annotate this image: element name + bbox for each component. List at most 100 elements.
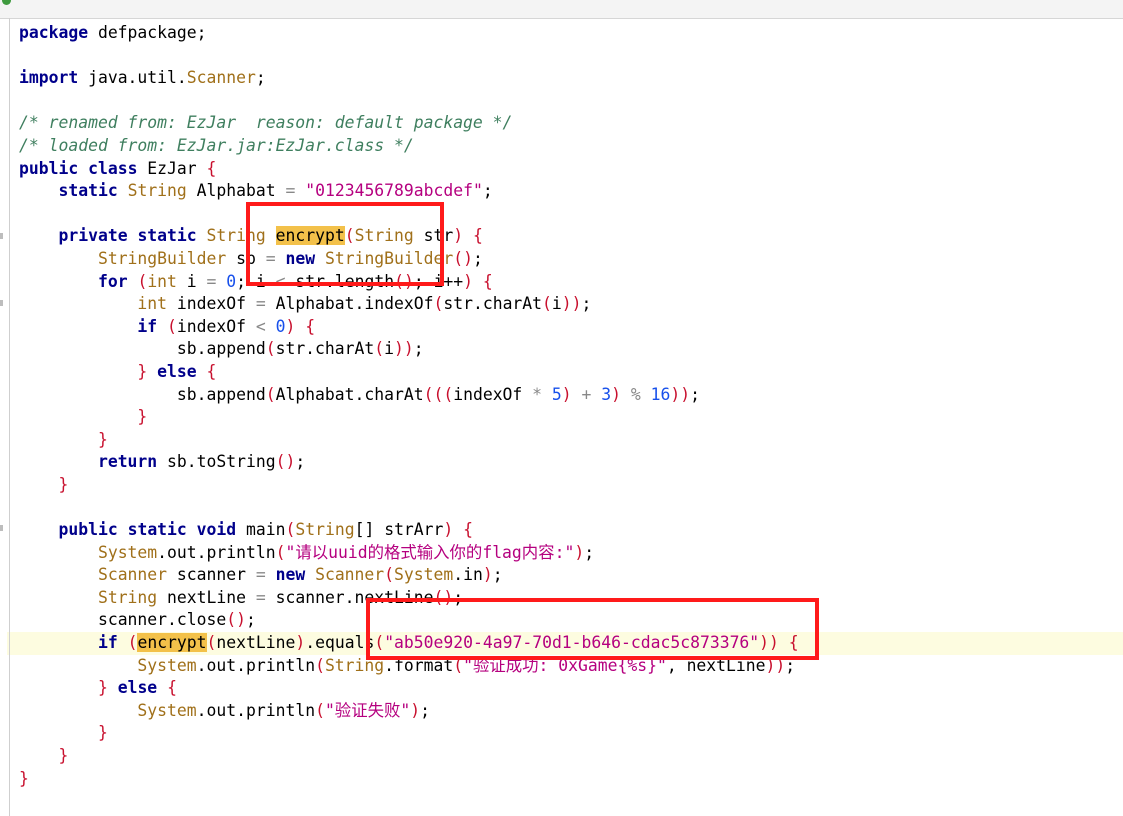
highlighted-occurrence: encrypt [137, 633, 207, 653]
code-token: "0123456789abcdef" [305, 181, 483, 201]
fold-marker-icon[interactable] [0, 233, 3, 239]
code-token: main [236, 520, 286, 540]
code-token: () [453, 248, 474, 268]
code-line[interactable]: } else { [19, 361, 799, 384]
code-line[interactable]: return sb.toString(); [19, 451, 799, 474]
code-token: str.charAt [275, 339, 375, 359]
code-token: .in [453, 565, 483, 585]
code-line[interactable]: /* loaded from: EzJar.jar:EzJar.class */ [19, 135, 799, 158]
code-line[interactable]: public class EzJar { [19, 158, 799, 181]
code-line[interactable]: sb.append(str.charAt(i)); [19, 338, 799, 361]
code-token: ( [315, 700, 325, 720]
code-token: scanner [167, 565, 256, 585]
code-token: System [137, 700, 197, 720]
editor-tab-bar [0, 0, 1123, 19]
code-line[interactable]: /* renamed from: EzJar reason: default p… [19, 112, 799, 135]
code-line[interactable]: public static void main(String[] strArr)… [19, 519, 799, 542]
code-line[interactable] [19, 45, 799, 68]
code-token: ( [206, 633, 217, 653]
code-line[interactable]: } [19, 474, 799, 497]
code-editor[interactable]: package defpackage; import java.util.Sca… [7, 22, 1123, 791]
code-token: ; [690, 384, 701, 404]
code-token: sb.append [176, 339, 266, 359]
code-token: .equals [305, 633, 375, 653]
code-line[interactable]: } [19, 745, 799, 768]
code-token: { [167, 678, 177, 698]
code-token: StringBuilder [97, 248, 227, 268]
code-line[interactable]: } [19, 406, 799, 429]
code-line[interactable]: if (indexOf < 0) { [19, 316, 799, 339]
code-token: ( [433, 294, 444, 314]
code-token: System [97, 542, 158, 562]
code-token: return [97, 452, 158, 472]
code-token: indexOf [453, 384, 533, 404]
code-token: ; [420, 700, 430, 720]
code-line[interactable]: import java.util.Scanner; [19, 67, 799, 90]
code-line[interactable] [19, 90, 799, 113]
code-token: class [88, 158, 138, 178]
code-line[interactable]: } [19, 429, 799, 452]
code-token: java.util. [78, 68, 187, 88]
code-line[interactable]: System.out.println("请以uuid的格式输入你的flag内容:… [19, 542, 799, 565]
fold-marker-icon[interactable] [0, 300, 3, 306]
code-token: )) [394, 339, 414, 359]
code-token: defpackage; [88, 23, 207, 42]
code-token: + [581, 384, 592, 404]
code-line[interactable]: Scanner scanner = new Scanner(System.in)… [19, 564, 799, 587]
code-token: * [532, 384, 543, 404]
code-line[interactable]: static String Alphabat = "0123456789abcd… [19, 180, 799, 203]
code-token: { [482, 271, 493, 291]
code-token: = [255, 294, 266, 314]
code-token: ) [561, 384, 572, 404]
code-token: ) [463, 271, 474, 291]
code-line[interactable]: } [19, 722, 799, 745]
code-token: package [19, 23, 89, 42]
code-line[interactable]: System.out.println("验证失败"); [19, 700, 799, 723]
code-token: static [127, 520, 187, 540]
fold-marker-icon[interactable] [0, 525, 3, 531]
code-token: ( [127, 633, 138, 653]
code-token: ( [167, 316, 177, 336]
code-token: 16 [650, 384, 671, 404]
code-token: Scanner [315, 565, 385, 585]
code-token: /* loaded from: EzJar.jar:EzJar.class */ [19, 135, 414, 155]
code-token: % [630, 384, 641, 404]
code-token: = [255, 565, 266, 585]
code-line[interactable]: sb.append(Alphabat.charAt(((indexOf * 5)… [19, 384, 799, 407]
code-line[interactable]: package defpackage; [19, 22, 799, 45]
code-token: ; [584, 542, 595, 562]
code-token: 3 [601, 384, 612, 404]
code-token: if [137, 316, 158, 336]
code-token: } [97, 678, 108, 698]
code-token: /* renamed from: EzJar reason: default p… [19, 113, 513, 133]
code-line[interactable]: int indexOf = Alphabat.indexOf(str.charA… [19, 293, 799, 316]
code-token: Alphabat.indexOf [265, 294, 434, 314]
code-token: ) [453, 226, 464, 246]
code-line[interactable]: } [19, 768, 799, 791]
code-line[interactable] [19, 496, 799, 519]
code-token: Alphabat.charAt [275, 384, 424, 404]
code-line[interactable]: } else { [19, 677, 799, 700]
code-token: i [384, 339, 395, 359]
code-token: ( [542, 294, 552, 314]
code-token: ) [410, 700, 421, 720]
